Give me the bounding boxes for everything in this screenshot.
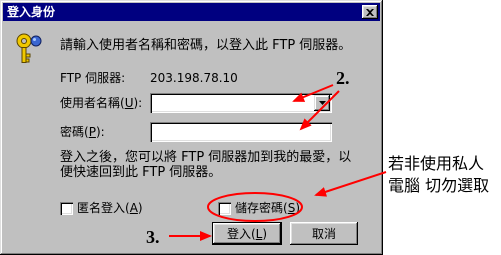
login-button[interactable]: 登入(L) xyxy=(212,222,282,245)
annotation-note-line-2: 電腦 切勿選取 xyxy=(388,176,490,195)
save-password-label[interactable]: 儲存密碼(S) xyxy=(235,201,300,215)
username-combobox[interactable] xyxy=(150,93,332,113)
server-label: FTP 伺服器: xyxy=(60,71,126,85)
username-dropdown-button[interactable] xyxy=(314,95,330,111)
username-input[interactable] xyxy=(154,96,310,110)
key-icon xyxy=(13,32,43,64)
info-text-line-1: 登入之後，您可以將 FTP 伺服器加到我的最愛，以 xyxy=(60,150,352,165)
close-button[interactable] xyxy=(362,5,378,19)
dialog-title: 登入身份 xyxy=(7,5,56,19)
anonymous-login-label[interactable]: 匿名登入(A) xyxy=(77,201,143,215)
password-label: 密碼(P): xyxy=(60,125,105,139)
instruction-text: 請輸入使用者名稱和密碼，以登入此 FTP 伺服器。 xyxy=(60,38,352,53)
server-address: 203.198.78.10 xyxy=(150,71,238,85)
annotation-step-2: 2. xyxy=(336,68,350,88)
annotation-note-line-1: 若非使用私人 xyxy=(388,154,485,173)
login-dialog: 登入身份 請輸入使用者名稱和密碼，以登入此 FTP 伺服器。 FTP 伺服器: … xyxy=(0,0,383,255)
password-input[interactable] xyxy=(154,125,328,139)
info-text-line-2: 便快速回到此 FTP 伺服器。 xyxy=(60,165,222,180)
screenshot: 登入身份 請輸入使用者名稱和密碼，以登入此 FTP 伺服器。 FTP 伺服器: … xyxy=(0,0,501,255)
close-icon xyxy=(366,8,374,16)
chevron-down-icon xyxy=(318,101,326,105)
annotation-step-3: 3. xyxy=(146,227,160,247)
save-password-checkbox[interactable] xyxy=(218,202,231,215)
password-field[interactable] xyxy=(150,122,332,142)
anonymous-login-checkbox[interactable] xyxy=(60,202,73,215)
cancel-button[interactable]: 取消 xyxy=(290,222,358,245)
username-label: 使用者名稱(U): xyxy=(60,96,143,110)
title-bar[interactable]: 登入身份 xyxy=(3,3,380,21)
